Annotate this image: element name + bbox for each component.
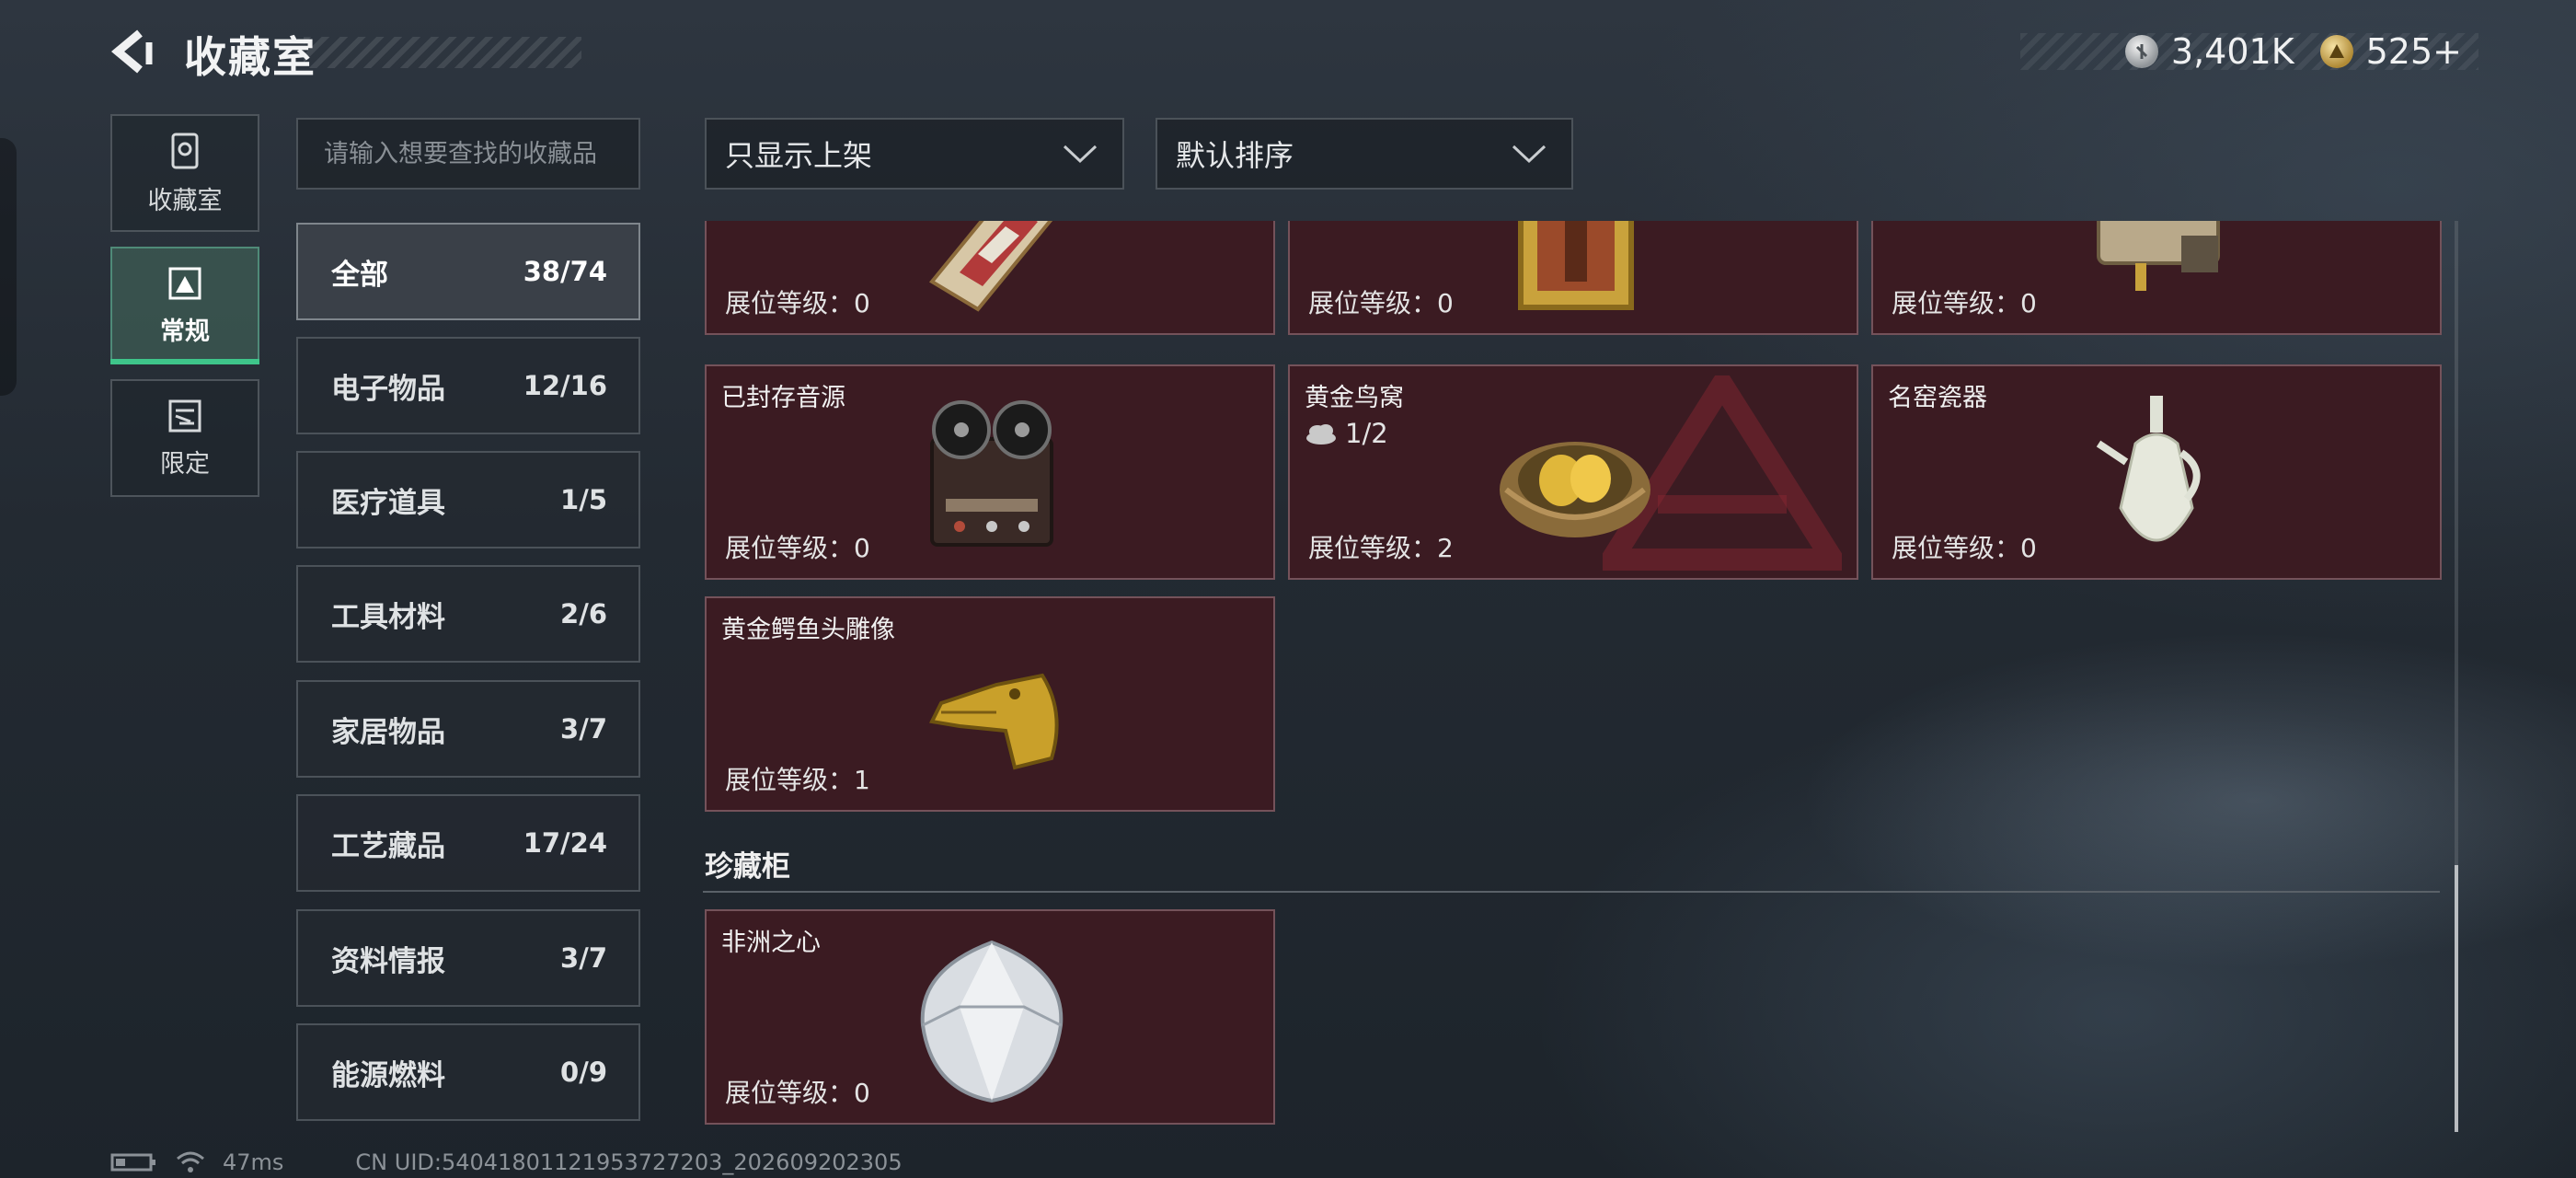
wifi-icon — [177, 1151, 204, 1172]
side-tab-regular[interactable]: 常规 — [110, 247, 259, 364]
category-name: 能源燃料 — [331, 1058, 445, 1092]
display-level: 展位等级：0 — [725, 1078, 870, 1108]
back-button[interactable] — [109, 28, 156, 75]
uid-text: CN UID:5404180112195372​7203_20260920230… — [355, 1149, 903, 1175]
chevron-down-icon — [1512, 144, 1547, 164]
category-name: 全部 — [331, 258, 388, 292]
category-name: 工具材料 — [331, 600, 445, 634]
collection-card[interactable]: 展位等级：0 — [1288, 221, 1858, 335]
gold-coin-icon — [2319, 35, 2353, 68]
category-all[interactable]: 全部 38/74 — [296, 223, 640, 320]
framed-painting-art — [1518, 221, 1634, 310]
side-tab-collection-room[interactable]: 收藏室 — [110, 114, 259, 232]
display-level: 展位等级：0 — [1308, 288, 1454, 318]
status-footer: 47ms CN UID:5404180112195372​7203_202609… — [110, 1149, 903, 1176]
category-name: 工艺藏品 — [331, 829, 445, 863]
category-intel[interactable]: 资料情报 3/7 — [296, 909, 640, 1007]
collection-card[interactable]: 展位等级：0 — [1871, 221, 2442, 335]
category-count: 2/6 — [560, 598, 607, 629]
category-household[interactable]: 家居物品 3/7 — [296, 680, 640, 778]
category-medical[interactable]: 医疗道具 1/5 — [296, 451, 640, 549]
category-count: 17/24 — [523, 827, 607, 859]
category-name: 资料情报 — [331, 944, 445, 978]
display-level: 展位等级：1 — [725, 765, 870, 795]
currency-bar: 3,401K 525+ — [2020, 31, 2478, 72]
screen-edge-notch — [0, 138, 17, 396]
category-count: 1/5 — [560, 484, 607, 515]
collection-card[interactable]: 黄金鳄鱼头雕像 展位等级：1 — [705, 596, 1275, 812]
category-name: 家居物品 — [331, 715, 445, 749]
side-tab-label: 收藏室 — [147, 186, 223, 215]
display-level: 展位等级：2 — [1308, 533, 1454, 563]
collection-card[interactable]: 黄金鸟窝 1/2 展位等级：2 — [1288, 364, 1858, 580]
battery-icon — [110, 1153, 155, 1172]
golden-nest-art — [1500, 442, 1650, 537]
display-level: 展位等级：0 — [725, 288, 870, 318]
silver-coin-icon — [2124, 35, 2158, 68]
jewel-box-art — [928, 221, 1053, 312]
showcase-card[interactable]: 非洲之心 展位等级：0 — [705, 909, 1275, 1125]
back-arrow-icon — [110, 29, 153, 74]
search-input[interactable] — [324, 139, 638, 168]
section-divider — [703, 891, 2440, 893]
category-energy[interactable]: 能源燃料 0/9 — [296, 1023, 640, 1121]
item-name: 黄金鳄鱼头雕像 — [721, 616, 895, 644]
reel-tape-recorder-art — [930, 400, 1053, 547]
section-title: 珍藏柜 — [705, 850, 790, 884]
item-name: 非洲之心 — [721, 929, 821, 957]
collection-card[interactable]: 名窑瓷器 展位等级：0 — [1871, 364, 2442, 580]
category-count: 12/16 — [523, 370, 607, 401]
scrollbar-thumb[interactable] — [2455, 865, 2458, 1132]
dropdown-value: 默认排序 — [1176, 138, 1294, 173]
category-name: 电子物品 — [331, 372, 445, 406]
limited-display-icon — [168, 399, 201, 432]
category-crafts[interactable]: 工艺藏品 17/24 — [296, 794, 640, 892]
chevron-down-icon — [1063, 144, 1098, 164]
page-title: 收藏室 — [184, 32, 316, 82]
title-decoration — [304, 37, 581, 68]
diamond-art — [920, 940, 1064, 1103]
side-tab-limited[interactable]: 限定 — [110, 379, 259, 497]
category-count: 38/74 — [523, 256, 607, 287]
collection-grid: 展位等级：0 展位等级：0 展位等级：0 已封存音源 展位等级：0 黄金鸟窝 1… — [703, 221, 2451, 1132]
category-tools[interactable]: 工具材料 2/6 — [296, 565, 640, 663]
category-count: 3/7 — [560, 942, 607, 974]
gold-currency-value[interactable]: 525+ — [2366, 31, 2462, 72]
porcelain-vase-art — [2096, 396, 2201, 542]
category-name: 医疗道具 — [331, 486, 445, 520]
side-tab-label: 常规 — [160, 317, 210, 346]
ping-value: 47ms — [223, 1149, 284, 1175]
side-tab-label: 限定 — [160, 449, 210, 479]
sort-dropdown[interactable]: 默认排序 — [1156, 118, 1573, 190]
display-level: 展位等级：0 — [1892, 288, 2037, 318]
collection-card[interactable]: 已封存音源 展位等级：0 — [705, 364, 1275, 580]
cloud-stack-icon — [1306, 424, 1336, 445]
category-electronics[interactable]: 电子物品 12/16 — [296, 337, 640, 434]
progress-value: 1/2 — [1345, 418, 1388, 449]
item-name: 名窑瓷器 — [1888, 384, 1987, 412]
collection-room-icon — [171, 133, 199, 168]
display-level: 展位等级：0 — [1892, 533, 2037, 563]
category-count: 3/7 — [560, 713, 607, 745]
display-level: 展位等级：0 — [725, 533, 870, 563]
item-progress: 1/2 — [1305, 418, 1388, 449]
golden-crocodile-head-art — [929, 673, 1059, 770]
display-filter-dropdown[interactable]: 只显示上架 — [705, 118, 1124, 190]
dropdown-value: 只显示上架 — [725, 138, 873, 173]
silver-currency-value: 3,401K — [2170, 31, 2294, 72]
brass-device-art — [2097, 221, 2220, 291]
collection-card[interactable]: 展位等级：0 — [705, 221, 1275, 335]
regular-display-icon — [168, 267, 201, 299]
item-name: 已封存音源 — [721, 384, 845, 412]
search-box[interactable] — [296, 118, 640, 190]
item-name: 黄金鸟窝 — [1305, 384, 1404, 412]
category-count: 0/9 — [560, 1057, 607, 1088]
